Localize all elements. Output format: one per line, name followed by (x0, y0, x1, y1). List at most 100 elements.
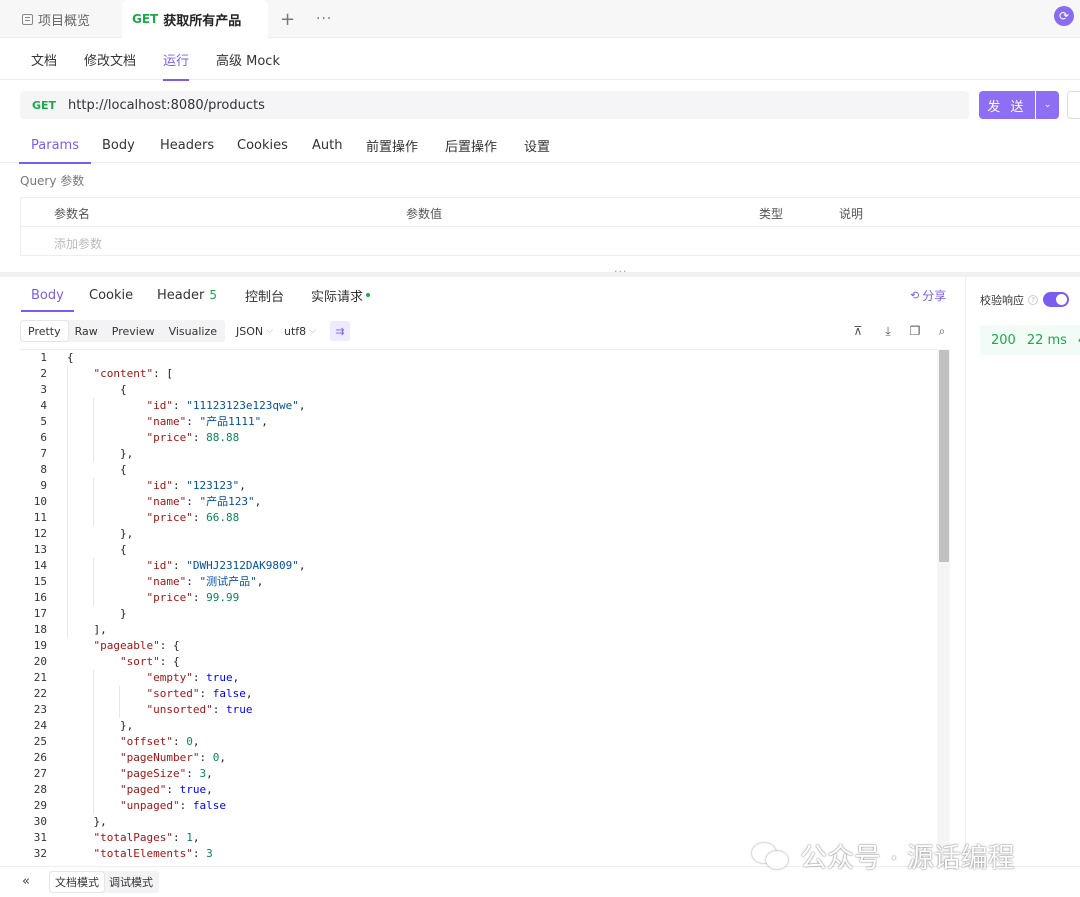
splitter-handle-icon[interactable]: ··· (614, 265, 628, 278)
code-line: { (67, 350, 74, 366)
code-line: "empty": true, (67, 670, 239, 686)
new-tab-plus-icon[interactable]: + (280, 0, 295, 38)
line-number: 15 (33, 575, 47, 588)
params-table-header: 参数名 参数值 类型 说明 (21, 198, 1080, 227)
chevron-down-icon: ⌵ (266, 326, 273, 336)
tab-post-operations[interactable]: 后置操作 (445, 128, 497, 163)
line-number: 6 (40, 431, 47, 444)
url-bar[interactable]: GET http://localhost:8080/products (20, 91, 969, 119)
code-line: "price": 88.88 (67, 430, 239, 446)
code-line: }, (67, 446, 133, 462)
resp-tab-header[interactable]: Header 5 (157, 280, 217, 310)
subnav-doc[interactable]: 文档 (31, 38, 57, 80)
code-line: ], (67, 622, 106, 638)
tab-cookies[interactable]: Cookies (237, 128, 288, 163)
resp-tab-body[interactable]: Body (21, 280, 74, 312)
code-token: "sort" (119, 655, 160, 668)
doc-subnav: 文档 修改文档 运行 高级 Mock (0, 38, 1080, 81)
tab-params[interactable]: Params (19, 128, 91, 164)
code-token: "sorted" (146, 687, 200, 700)
tab-active-label: 获取所有产品 (163, 13, 242, 29)
copy-icon[interactable]: ❐ (908, 324, 922, 338)
subnav-advanced-mock[interactable]: 高级 Mock (216, 38, 280, 80)
save-button[interactable] (1067, 91, 1080, 119)
col-param-name: 参数名 (54, 207, 91, 221)
code-token: "id" (146, 559, 173, 572)
tab-auth[interactable]: Auth (312, 128, 342, 163)
doc-mode-button[interactable]: 文档模式 (50, 872, 104, 892)
code-token: "测试产品" (199, 575, 257, 588)
tab-headers[interactable]: Headers (160, 128, 214, 163)
code-token: "id" (146, 479, 173, 492)
add-param-input[interactable]: 添加参数 (54, 235, 102, 252)
request-url-input[interactable]: http://localhost:8080/products (68, 98, 265, 113)
code-token: , (192, 831, 200, 844)
collapse-all-icon[interactable]: ⊼ (851, 324, 865, 338)
tab-pre-operations[interactable]: 前置操作 (366, 128, 418, 163)
line-number: 22 (33, 687, 47, 700)
tab-settings[interactable]: 设置 (524, 128, 550, 163)
download-icon[interactable]: ⤓ (881, 324, 895, 338)
validate-toggle[interactable] (1043, 292, 1069, 307)
subnav-edit-doc[interactable]: 修改文档 (84, 38, 136, 80)
code-token: }, (67, 719, 134, 732)
resp-tab-cookie[interactable]: Cookie (89, 280, 133, 310)
collapse-sidebar-icon[interactable]: « (22, 874, 30, 889)
mode-visualize[interactable]: Visualize (162, 321, 224, 341)
share-button[interactable]: ⟲ 分享 (910, 287, 946, 304)
encoding-select[interactable]: utf8 ⌵ (284, 325, 316, 338)
code-token: "offset" (119, 735, 173, 748)
code-token: : (186, 495, 200, 508)
code-token: }, (67, 527, 134, 540)
code-token: , (192, 735, 200, 748)
sync-icon[interactable]: ⟳ (1054, 6, 1074, 26)
code-token: "name" (146, 415, 187, 428)
code-token: , (206, 767, 213, 780)
tab-get-all-products[interactable]: GET 获取所有产品 (122, 0, 268, 38)
search-icon[interactable]: ⌕ (935, 324, 949, 338)
mode-preview[interactable]: Preview (105, 321, 162, 341)
subnav-run[interactable]: 运行 (163, 38, 190, 81)
editor-scrollbar-thumb[interactable] (939, 350, 949, 562)
debug-mode-button[interactable]: 调试模式 (104, 872, 158, 892)
tab-body[interactable]: Body (102, 128, 135, 163)
code-line: "offset": 0, (67, 734, 199, 750)
code-token: "paged" (119, 783, 167, 796)
code-token: true (179, 783, 207, 796)
word-wrap-icon[interactable]: ⇉ (329, 321, 350, 341)
mode-raw[interactable]: Raw (68, 321, 105, 341)
line-number: 3 (40, 383, 47, 396)
more-tabs-icon[interactable]: ··· (316, 0, 332, 38)
code-line: "name": "产品123", (67, 494, 261, 510)
code-token: 66.88 (206, 511, 240, 524)
resp-tab-actual-request-label: 实际请求 (311, 289, 364, 305)
code-line: { (67, 542, 127, 558)
format-select[interactable]: JSON ⌵ (236, 325, 273, 338)
line-number: 11 (33, 511, 47, 524)
query-params-title: Query 参数 (20, 174, 85, 188)
send-button[interactable]: 发 送 (979, 91, 1035, 119)
pane-splitter[interactable] (0, 272, 1080, 277)
response-tabs: Body Cookie Header 5 控制台 实际请求 (0, 280, 965, 312)
help-icon[interactable]: ? (1028, 295, 1038, 305)
send-options-chevron-down-icon[interactable]: ⌄ (1036, 91, 1059, 119)
code-token: : (186, 415, 200, 428)
tab-project-overview[interactable]: 项目概览 (22, 0, 90, 38)
tab-method-badge: GET (132, 12, 159, 26)
response-body-editor[interactable]: 1 2 3 4 5 6 7 8 9 10 11 12 13 14 15 16 17 18 19 20 21 22 23 24 2… (20, 349, 950, 865)
code-line: "price": 99.99 (67, 590, 239, 606)
status-dot-icon (366, 293, 371, 297)
request-method[interactable]: GET (32, 99, 56, 112)
code-line: "sort": { (67, 654, 180, 670)
line-number: 25 (33, 735, 47, 748)
resp-tab-actual-request[interactable]: 实际请求 (311, 280, 371, 310)
mode-pretty[interactable]: Pretty (21, 321, 68, 341)
resp-tab-console[interactable]: 控制台 (245, 280, 284, 310)
resp-tab-header-label: Header (157, 287, 205, 303)
